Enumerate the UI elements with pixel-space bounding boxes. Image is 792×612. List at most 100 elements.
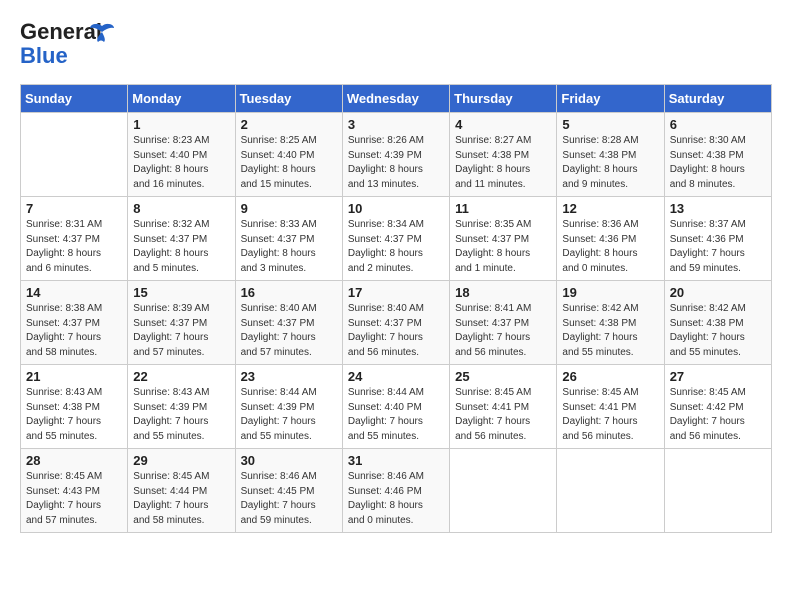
logo: General Blue <box>20 20 116 68</box>
day-info: Sunrise: 8:42 AM Sunset: 4:38 PM Dayligh… <box>562 302 658 360</box>
day-info: Sunrise: 8:36 AM Sunset: 4:36 PM Dayligh… <box>562 218 658 276</box>
day-cell <box>21 113 128 197</box>
logo-blue: Blue <box>20 43 68 68</box>
day-number: 26 <box>562 369 658 384</box>
day-info: Sunrise: 8:46 AM Sunset: 4:45 PM Dayligh… <box>241 470 337 528</box>
day-cell: 8 Sunrise: 8:32 AM Sunset: 4:37 PM Daylig… <box>128 197 235 281</box>
day-cell: 23Sunrise: 8:44 AM Sunset: 4:39 PM Dayli… <box>235 365 342 449</box>
day-info: Sunrise: 8:30 AM Sunset: 4:38 PM Dayligh… <box>670 134 766 192</box>
day-number: 22 <box>133 369 229 384</box>
day-info: Sunrise: 8:44 AM Sunset: 4:39 PM Dayligh… <box>241 386 337 444</box>
day-info: Sunrise: 8:38 AM Sunset: 4:37 PM Dayligh… <box>26 302 122 360</box>
day-number: 5 <box>562 117 658 132</box>
calendar-header: SundayMondayTuesdayWednesdayThursdayFrid… <box>21 85 772 113</box>
day-number: 30 <box>241 453 337 468</box>
day-cell: 4Sunrise: 8:27 AM Sunset: 4:38 PM Daylig… <box>450 113 557 197</box>
day-info: Sunrise: 8:31 AM Sunset: 4:37 PM Dayligh… <box>26 218 122 276</box>
day-cell: 17 Sunrise: 8:40 AM Sunset: 4:37 PM Dayli… <box>342 281 449 365</box>
day-number: 12 <box>562 201 658 216</box>
day-info: Sunrise: 8:45 AM Sunset: 4:42 PM Dayligh… <box>670 386 766 444</box>
day-cell: 19 Sunrise: 8:42 AM Sunset: 4:38 PM Dayli… <box>557 281 664 365</box>
day-cell: 9 Sunrise: 8:33 AM Sunset: 4:37 PM Daylig… <box>235 197 342 281</box>
day-cell: 1Sunrise: 8:23 AM Sunset: 4:40 PM Daylig… <box>128 113 235 197</box>
day-info: Sunrise: 8:34 AM Sunset: 4:37 PM Dayligh… <box>348 218 444 276</box>
day-number: 4 <box>455 117 551 132</box>
day-number: 17 <box>348 285 444 300</box>
weekday-header-wednesday: Wednesday <box>342 85 449 113</box>
day-cell: 16 Sunrise: 8:40 AM Sunset: 4:37 PM Dayli… <box>235 281 342 365</box>
day-info: Sunrise: 8:45 AM Sunset: 4:41 PM Dayligh… <box>562 386 658 444</box>
day-cell <box>557 449 664 533</box>
day-number: 25 <box>455 369 551 384</box>
day-cell: 13 Sunrise: 8:37 AM Sunset: 4:36 PM Dayli… <box>664 197 771 281</box>
day-cell: 27 Sunrise: 8:45 AM Sunset: 4:42 PM Dayli… <box>664 365 771 449</box>
day-number: 14 <box>26 285 122 300</box>
day-cell: 25Sunrise: 8:45 AM Sunset: 4:41 PM Dayli… <box>450 365 557 449</box>
day-info: Sunrise: 8:40 AM Sunset: 4:37 PM Dayligh… <box>241 302 337 360</box>
day-cell: 10 Sunrise: 8:34 AM Sunset: 4:37 PM Dayli… <box>342 197 449 281</box>
day-info: Sunrise: 8:25 AM Sunset: 4:40 PM Dayligh… <box>241 134 337 192</box>
day-cell <box>664 449 771 533</box>
day-info: Sunrise: 8:42 AM Sunset: 4:38 PM Dayligh… <box>670 302 766 360</box>
day-info: Sunrise: 8:46 AM Sunset: 4:46 PM Dayligh… <box>348 470 444 528</box>
logo-bird-icon <box>88 22 116 44</box>
weekday-header-thursday: Thursday <box>450 85 557 113</box>
day-info: Sunrise: 8:26 AM Sunset: 4:39 PM Dayligh… <box>348 134 444 192</box>
day-info: Sunrise: 8:43 AM Sunset: 4:39 PM Dayligh… <box>133 386 229 444</box>
day-info: Sunrise: 8:41 AM Sunset: 4:37 PM Dayligh… <box>455 302 551 360</box>
calendar-body: 1Sunrise: 8:23 AM Sunset: 4:40 PM Daylig… <box>21 113 772 533</box>
header: General Blue <box>20 20 772 68</box>
day-cell: 3 Sunrise: 8:26 AM Sunset: 4:39 PM Daylig… <box>342 113 449 197</box>
day-cell: 20Sunrise: 8:42 AM Sunset: 4:38 PM Dayli… <box>664 281 771 365</box>
day-cell: 11 Sunrise: 8:35 AM Sunset: 4:37 PM Dayli… <box>450 197 557 281</box>
week-row-5: 28Sunrise: 8:45 AM Sunset: 4:43 PM Dayli… <box>21 449 772 533</box>
week-row-4: 21 Sunrise: 8:43 AM Sunset: 4:38 PM Dayli… <box>21 365 772 449</box>
day-number: 24 <box>348 369 444 384</box>
day-info: Sunrise: 8:33 AM Sunset: 4:37 PM Dayligh… <box>241 218 337 276</box>
day-info: Sunrise: 8:43 AM Sunset: 4:38 PM Dayligh… <box>26 386 122 444</box>
weekday-header-friday: Friday <box>557 85 664 113</box>
day-cell: 26 Sunrise: 8:45 AM Sunset: 4:41 PM Dayli… <box>557 365 664 449</box>
day-cell: 28Sunrise: 8:45 AM Sunset: 4:43 PM Dayli… <box>21 449 128 533</box>
day-number: 19 <box>562 285 658 300</box>
day-number: 21 <box>26 369 122 384</box>
day-number: 10 <box>348 201 444 216</box>
day-cell: 31 Sunrise: 8:46 AM Sunset: 4:46 PM Dayli… <box>342 449 449 533</box>
day-number: 11 <box>455 201 551 216</box>
day-number: 6 <box>670 117 766 132</box>
day-number: 8 <box>133 201 229 216</box>
day-number: 16 <box>241 285 337 300</box>
day-cell: 12 Sunrise: 8:36 AM Sunset: 4:36 PM Dayli… <box>557 197 664 281</box>
weekday-header-tuesday: Tuesday <box>235 85 342 113</box>
day-info: Sunrise: 8:37 AM Sunset: 4:36 PM Dayligh… <box>670 218 766 276</box>
day-number: 13 <box>670 201 766 216</box>
calendar: SundayMondayTuesdayWednesdayThursdayFrid… <box>20 84 772 533</box>
weekday-header-saturday: Saturday <box>664 85 771 113</box>
day-info: Sunrise: 8:44 AM Sunset: 4:40 PM Dayligh… <box>348 386 444 444</box>
day-info: Sunrise: 8:40 AM Sunset: 4:37 PM Dayligh… <box>348 302 444 360</box>
day-cell: 5 Sunrise: 8:28 AM Sunset: 4:38 PM Daylig… <box>557 113 664 197</box>
day-number: 15 <box>133 285 229 300</box>
day-info: Sunrise: 8:39 AM Sunset: 4:37 PM Dayligh… <box>133 302 229 360</box>
weekday-header-sunday: Sunday <box>21 85 128 113</box>
day-info: Sunrise: 8:28 AM Sunset: 4:38 PM Dayligh… <box>562 134 658 192</box>
day-info: Sunrise: 8:35 AM Sunset: 4:37 PM Dayligh… <box>455 218 551 276</box>
weekday-row: SundayMondayTuesdayWednesdayThursdayFrid… <box>21 85 772 113</box>
day-number: 31 <box>348 453 444 468</box>
day-number: 7 <box>26 201 122 216</box>
day-number: 1 <box>133 117 229 132</box>
day-number: 9 <box>241 201 337 216</box>
day-cell: 29 Sunrise: 8:45 AM Sunset: 4:44 PM Dayli… <box>128 449 235 533</box>
week-row-2: 7 Sunrise: 8:31 AM Sunset: 4:37 PM Daylig… <box>21 197 772 281</box>
day-cell: 14 Sunrise: 8:38 AM Sunset: 4:37 PM Dayli… <box>21 281 128 365</box>
day-number: 29 <box>133 453 229 468</box>
day-number: 3 <box>348 117 444 132</box>
day-number: 28 <box>26 453 122 468</box>
day-cell: 2Sunrise: 8:25 AM Sunset: 4:40 PM Daylig… <box>235 113 342 197</box>
week-row-3: 14 Sunrise: 8:38 AM Sunset: 4:37 PM Dayli… <box>21 281 772 365</box>
day-number: 27 <box>670 369 766 384</box>
day-info: Sunrise: 8:32 AM Sunset: 4:37 PM Dayligh… <box>133 218 229 276</box>
day-cell: 18Sunrise: 8:41 AM Sunset: 4:37 PM Dayli… <box>450 281 557 365</box>
week-row-1: 1Sunrise: 8:23 AM Sunset: 4:40 PM Daylig… <box>21 113 772 197</box>
day-info: Sunrise: 8:45 AM Sunset: 4:44 PM Dayligh… <box>133 470 229 528</box>
